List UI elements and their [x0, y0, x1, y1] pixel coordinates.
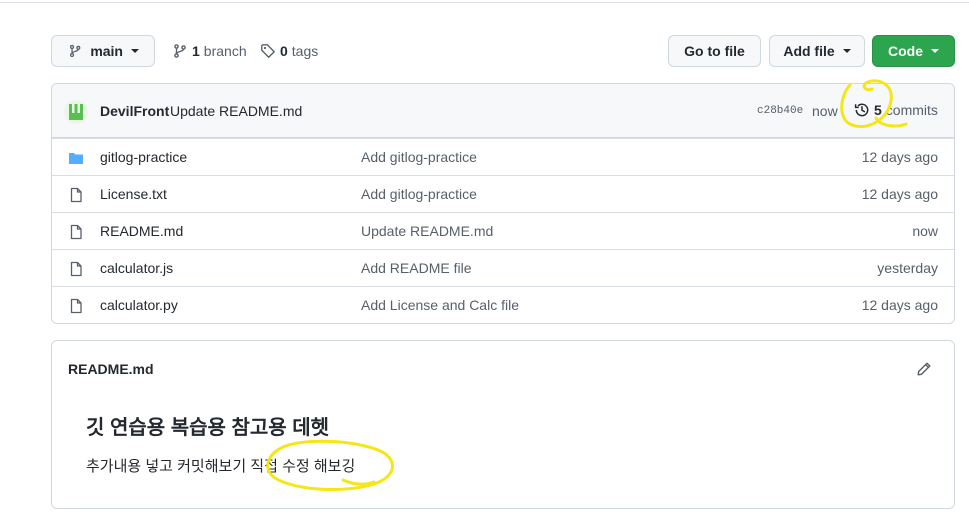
file-icon: [70, 261, 82, 277]
file-row[interactable]: README.md Update README.md now: [52, 212, 954, 249]
history-icon: [854, 103, 869, 117]
file-name-link[interactable]: README.md: [100, 223, 183, 239]
file-name-link[interactable]: calculator.js: [100, 260, 173, 276]
file-age: 12 days ago: [861, 149, 938, 165]
file-list-box: DevilFront Update README.md c28b40e now …: [51, 83, 955, 324]
commit-author-link[interactable]: DevilFront: [100, 103, 169, 119]
commits-history-link[interactable]: 5 commits: [854, 102, 938, 118]
file-row[interactable]: gitlog-practice Add gitlog-practice 12 d…: [52, 138, 954, 175]
file-commit-message[interactable]: Add gitlog-practice: [361, 186, 477, 202]
file-icon: [70, 224, 82, 240]
file-age: now: [912, 223, 938, 239]
file-row[interactable]: calculator.js Add README file yesterday: [52, 249, 954, 286]
folder-icon: [69, 153, 83, 164]
readme-heading: 깃 연습용 복습용 참고용 데헷: [86, 417, 330, 439]
chevron-down-icon: [931, 49, 939, 53]
file-row[interactable]: License.txt Add gitlog-practice 12 days …: [52, 175, 954, 212]
file-row[interactable]: calculator.py Add License and Calc file …: [52, 286, 954, 323]
file-icon: [70, 298, 82, 314]
readme-box: README.md 깃 연습용 복습용 참고용 데헷 추가내용 넣고 커밋해보기…: [51, 340, 955, 509]
readme-title-link[interactable]: README.md: [68, 361, 154, 377]
tags-label: tags: [291, 43, 319, 59]
pencil-icon[interactable]: [916, 361, 932, 377]
avatar[interactable]: [64, 100, 88, 124]
file-age: yesterday: [877, 260, 938, 276]
commit-time: now: [812, 103, 838, 119]
chevron-down-icon: [842, 49, 851, 53]
file-commit-message[interactable]: Add gitlog-practice: [361, 149, 477, 165]
branch-select-button[interactable]: main: [51, 35, 155, 67]
code-label: Code: [888, 43, 923, 59]
latest-commit-bar: DevilFront Update README.md c28b40e now …: [52, 84, 954, 138]
commit-message-link[interactable]: Update README.md: [170, 103, 302, 119]
file-age: 12 days ago: [861, 297, 938, 313]
tags-count: 0: [280, 43, 288, 59]
branch-name: main: [90, 43, 123, 59]
file-age: 12 days ago: [861, 186, 938, 202]
tags-link[interactable]: 0 tags: [260, 35, 318, 67]
repo-toolbar: main 1 branch 0 tags Go to file Add file…: [51, 35, 955, 67]
code-button[interactable]: Code: [872, 35, 955, 67]
readme-paragraph: 추가내용 넣고 커밋해보기 직접 수정 해보깅: [86, 458, 356, 475]
branches-link[interactable]: 1 branch: [172, 35, 247, 67]
chevron-down-icon: [131, 49, 139, 53]
branches-label: branch: [203, 43, 247, 59]
add-file-label: Add file: [783, 43, 835, 59]
add-file-button[interactable]: Add file: [769, 35, 865, 67]
file-commit-message[interactable]: Add License and Calc file: [361, 297, 519, 313]
top-divider: [0, 2, 969, 3]
git-branch-icon: [69, 44, 81, 58]
file-icon: [70, 187, 82, 203]
file-name-link[interactable]: License.txt: [100, 186, 167, 202]
commit-sha-link[interactable]: c28b40e: [757, 105, 803, 117]
file-commit-message[interactable]: Update README.md: [361, 223, 493, 239]
git-branch-icon: [174, 44, 186, 58]
file-name-link[interactable]: gitlog-practice: [100, 149, 187, 165]
commits-count: 5: [874, 102, 882, 118]
tag-icon: [261, 44, 275, 58]
branches-count: 1: [192, 43, 200, 59]
file-name-link[interactable]: calculator.py: [100, 297, 178, 313]
go-to-file-button[interactable]: Go to file: [668, 35, 761, 67]
file-commit-message[interactable]: Add README file: [361, 260, 471, 276]
commits-label: commits: [885, 102, 938, 118]
